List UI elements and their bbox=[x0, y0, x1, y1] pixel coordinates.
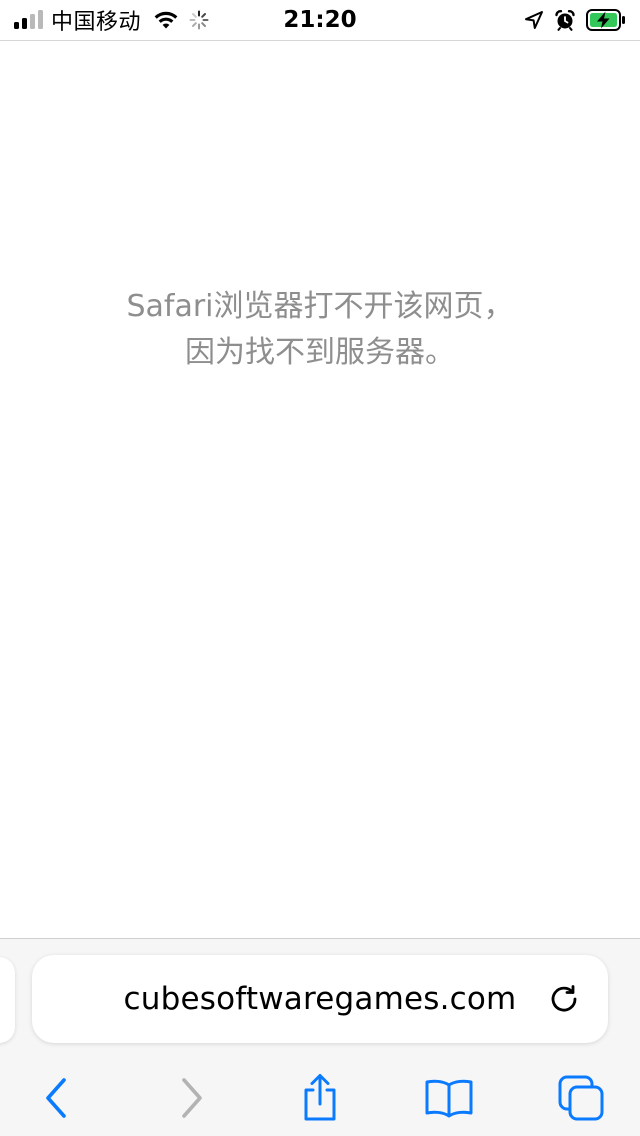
url-text[interactable]: cubesoftwaregames.com bbox=[32, 955, 608, 1043]
activity-spinner-icon bbox=[189, 10, 209, 30]
back-button[interactable] bbox=[32, 1073, 82, 1123]
chevron-left-icon bbox=[46, 1078, 66, 1118]
alarm-icon bbox=[555, 10, 575, 31]
status-time: 21:20 bbox=[283, 7, 357, 33]
reload-icon[interactable] bbox=[546, 981, 582, 1017]
book-icon bbox=[425, 1079, 473, 1118]
safari-screen: 中国移动 21:20 Safari浏览器打不开该网页， 因为找不到服务器。 cu… bbox=[0, 0, 640, 1136]
chevron-right-icon bbox=[182, 1078, 202, 1118]
share-button[interactable] bbox=[295, 1073, 345, 1123]
share-icon bbox=[304, 1074, 336, 1121]
status-bar-right bbox=[524, 0, 626, 40]
error-message-line2: 因为找不到服务器。 bbox=[185, 335, 455, 370]
tabs-icon bbox=[558, 1075, 604, 1121]
status-bar: 中国移动 21:20 bbox=[0, 0, 640, 41]
battery-charging-icon bbox=[586, 9, 625, 31]
status-bar-left: 中国移动 bbox=[14, 0, 209, 40]
safari-toolbar bbox=[0, 1059, 640, 1131]
error-message-line1: Safari浏览器打不开该网页， bbox=[126, 289, 514, 324]
error-message: Safari浏览器打不开该网页， 因为找不到服务器。 bbox=[40, 284, 600, 376]
wifi-icon bbox=[154, 11, 178, 29]
address-bar[interactable]: cubesoftwaregames.com bbox=[32, 955, 608, 1043]
safari-bottom-bar: cubesoftwaregames.com bbox=[0, 938, 640, 1136]
carrier-name: 中国移动 bbox=[51, 10, 142, 35]
signal-icon bbox=[14, 10, 43, 29]
location-arrow-icon bbox=[525, 11, 543, 29]
forward-button[interactable] bbox=[166, 1073, 216, 1123]
tabs-button[interactable] bbox=[556, 1073, 606, 1123]
bookmarks-button[interactable] bbox=[424, 1073, 474, 1123]
previous-tab-preview[interactable] bbox=[0, 957, 15, 1043]
